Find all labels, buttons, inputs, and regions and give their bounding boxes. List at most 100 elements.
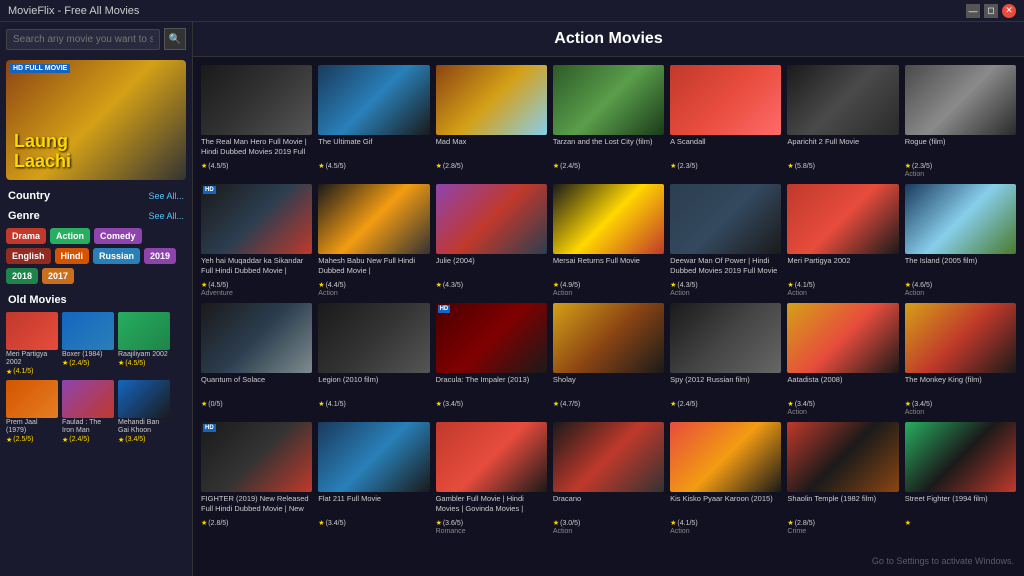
movie-card[interactable]: Mersai Returns Full Movie ★(4.9/5) Actio… [553,184,664,297]
movie-thumb [553,303,664,373]
genre-2017[interactable]: 2017 [42,268,74,284]
movie-rating: ★(3.0/5) [553,519,664,527]
search-box: 🔍 [0,22,192,56]
movie-thumb [318,303,429,373]
movie-thumb-inner [670,303,781,373]
movie-card[interactable]: Rogue (film) ★(2.3/5) Action [905,65,1016,178]
old-movie-thumb-inner [118,312,170,350]
movie-title: Gambler Full Movie | Hindi Movies | Govi… [436,494,547,518]
movie-card[interactable]: The Real Man Hero Full Movie | Hindi Dub… [201,65,312,178]
movie-thumb [436,65,547,135]
search-button[interactable]: 🔍 [164,28,186,50]
movie-card[interactable]: Tarzan and the Lost City (film) ★(2.4/5) [553,65,664,178]
genre-english[interactable]: English [6,248,51,264]
movie-card[interactable]: Kis Kisko Pyaar Karoon (2015) ★(4.1/5) A… [670,422,781,535]
genre-comedy[interactable]: Comedy [94,228,142,244]
old-movie-item[interactable]: Prem Jaal (1979) ★(2.5/5) [6,380,58,444]
genre-2019[interactable]: 2019 [144,248,176,264]
genre-action[interactable]: Action [50,228,90,244]
maximize-button[interactable]: ◻ [984,4,998,18]
movie-title: Sholay [553,375,664,399]
movie-card[interactable]: The Island (2005 film) ★(4.6/5) Action [905,184,1016,297]
movie-card[interactable]: A Scandall ★(2.3/5) [670,65,781,178]
movie-thumb [670,184,781,254]
movie-card[interactable]: HD Yeh hai Muqaddar ka Sikandar Full Hin… [201,184,312,297]
genre-russian[interactable]: Russian [93,248,140,264]
movie-rating: ★(4.5/5) [201,281,312,289]
old-movie-item[interactable]: Mehandi Ban Gai Khoon ★(3.4/5) [118,380,170,444]
close-button[interactable]: ✕ [1002,4,1016,18]
old-movie-thumb [6,380,58,418]
movie-card[interactable]: Julie (2004) ★(4.3/5) [436,184,547,297]
old-movie-rating: ★(2.4/5) [62,436,114,444]
genre-2018[interactable]: 2018 [6,268,38,284]
country-section-header: Country See All... [0,184,192,204]
movie-rating: ★(4.4/5) [318,281,429,289]
app-container: 🔍 HD FULL MOVIE LaungLaachi Country See … [0,22,1024,576]
movie-thumb [787,65,898,135]
movie-thumb-inner [553,303,664,373]
movie-card[interactable]: Legion (2010 film) ★(4.1/5) [318,303,429,416]
search-input[interactable] [6,29,160,50]
country-see-all[interactable]: See All... [148,191,184,201]
movie-thumb-inner [436,184,547,254]
old-movie-item[interactable]: Raajiliyam 2002 ★(4.5/5) [118,312,170,376]
old-movie-title: Mehandi Ban Gai Khoon [118,419,170,436]
movie-thumb-inner [787,184,898,254]
movie-title: The Ultimate Gif [318,137,429,161]
featured-banner[interactable]: HD FULL MOVIE LaungLaachi [6,60,186,180]
movie-card[interactable]: Mad Max ★(2.8/5) [436,65,547,178]
movie-thumb [436,184,547,254]
movie-card[interactable]: HD Dracula: The Impaler (2013) ★(3.4/5) [436,303,547,416]
movie-card[interactable]: Street Fighter (1994 film) ★ [905,422,1016,535]
movie-card[interactable]: Aparichit 2 Full Movie ★(5.8/5) [787,65,898,178]
genre-hindi[interactable]: Hindi [55,248,90,264]
movies-grid: The Real Man Hero Full Movie | Hindi Dub… [193,57,1024,543]
movie-title: Shaolin Temple (1982 film) [787,494,898,518]
movie-card[interactable]: Dracano ★(3.0/5) Action [553,422,664,535]
movie-rating: ★(4.3/5) [436,281,547,289]
movie-card[interactable]: The Ultimate Gif ★(4.5/5) [318,65,429,178]
movie-rating: ★(5.8/5) [787,162,898,170]
movie-card[interactable]: HD FIGHTER (2019) New Released Full Hind… [201,422,312,535]
movie-card[interactable]: The Monkey King (film) ★(3.4/5) Action [905,303,1016,416]
movie-title: Spy (2012 Russian film) [670,375,781,399]
movie-card[interactable]: Spy (2012 Russian film) ★(2.4/5) [670,303,781,416]
old-movie-item[interactable]: Meri Partigya 2002 ★(4.1/5) [6,312,58,376]
movie-title: Quantum of Solace [201,375,312,399]
old-movie-thumb [62,380,114,418]
movie-title: The Island (2005 film) [905,256,1016,280]
movie-thumb-inner [905,303,1016,373]
movie-card[interactable]: Meri Partigya 2002 ★(4.1/5) Action [787,184,898,297]
title-bar: MovieFlix - Free All Movies — ◻ ✕ [0,0,1024,22]
movie-title: Tarzan and the Lost City (film) [553,137,664,161]
movie-genre: Action [553,528,664,535]
old-movie-item[interactable]: Boxer (1984) ★(2.4/5) [62,312,114,376]
genre-see-all[interactable]: See All... [148,211,184,221]
movie-genre: Crime [787,528,898,535]
movie-title: The Real Man Hero Full Movie | Hindi Dub… [201,137,312,161]
movie-thumb-inner [787,65,898,135]
movie-thumb-inner [318,65,429,135]
movie-card[interactable]: Aatadista (2008) ★(3.4/5) Action [787,303,898,416]
movie-thumb-inner [318,422,429,492]
movie-genre: Action [905,171,1016,178]
movie-card[interactable]: Sholay ★(4.7/5) [553,303,664,416]
movie-thumb-inner [318,184,429,254]
genre-drama[interactable]: Drama [6,228,46,244]
movie-thumb [905,65,1016,135]
old-movie-item[interactable]: Faulad : The Iron Man ★(2.4/5) [62,380,114,444]
old-movie-rating: ★(2.5/5) [6,436,58,444]
movie-card[interactable]: Deewar Man Of Power | Hindi Dubbed Movie… [670,184,781,297]
movie-card[interactable]: Mahesh Babu New Full Hindi Dubbed Movie … [318,184,429,297]
movie-card[interactable]: Flat 211 Full Movie ★(3.4/5) [318,422,429,535]
movie-card[interactable]: Gambler Full Movie | Hindi Movies | Govi… [436,422,547,535]
movie-card[interactable]: Shaolin Temple (1982 film) ★(2.8/5) Crim… [787,422,898,535]
movie-genre: Action [670,528,781,535]
movie-card[interactable]: Quantum of Solace ★(0/5) [201,303,312,416]
old-movie-thumb [118,312,170,350]
movie-thumb-inner [787,422,898,492]
windows-watermark: Go to Settings to activate Windows. [872,556,1014,566]
movie-rating: ★(3.4/5) [787,400,898,408]
minimize-button[interactable]: — [966,4,980,18]
